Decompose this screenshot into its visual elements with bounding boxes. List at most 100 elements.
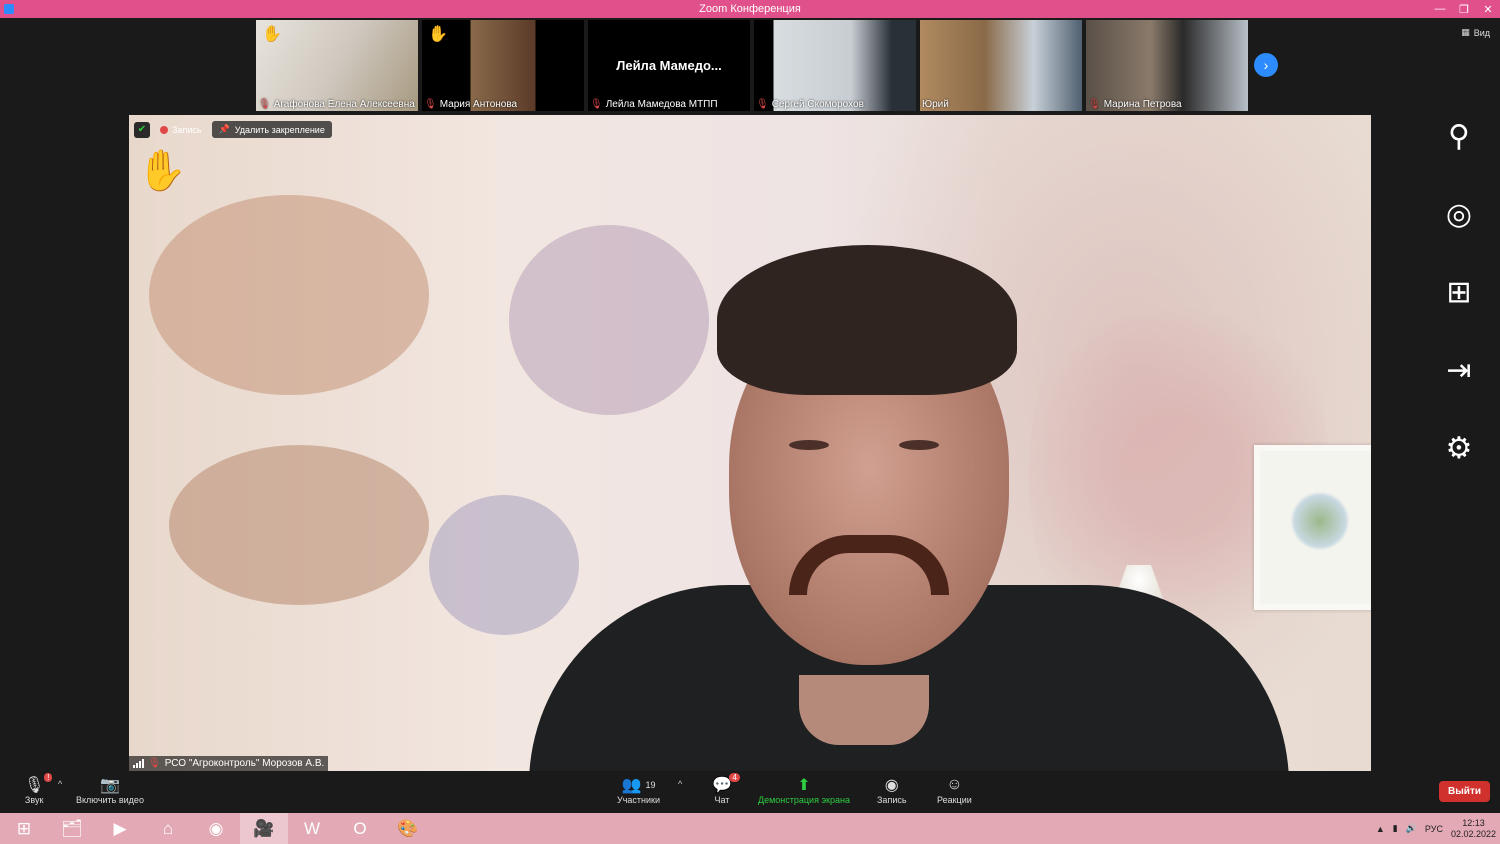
participant-name: Мария Антонова [439, 99, 518, 110]
participant-tile[interactable]: Юрий [920, 20, 1082, 111]
mic-muted-icon: 🎙 [258, 99, 271, 110]
language-indicator[interactable]: РУС [1425, 824, 1443, 834]
participant-tile[interactable]: 🎙 Марина Петрова [1086, 20, 1248, 111]
volume-icon[interactable]: 🔊 [1406, 823, 1417, 834]
tray-expand-icon[interactable]: ▲ [1376, 824, 1385, 834]
side-toolbar: ⚲ ◎ ⊞ ⇥ ⚙ [1437, 115, 1481, 469]
system-tray: ▲ ▮ 🔊 РУС 12:13 02.02.2022 [1376, 813, 1496, 844]
mic-muted-icon: 🎙 [590, 99, 603, 110]
wallpaper-flower [169, 445, 429, 605]
participant-display-name: Лейла Мамедо... [616, 58, 722, 73]
clock[interactable]: 12:13 02.02.2022 [1451, 818, 1496, 840]
audio-options-caret[interactable]: ^ [58, 779, 62, 789]
view-button[interactable]: ▦ Вид [1461, 27, 1490, 38]
share-screen-icon: ⬆ [797, 777, 811, 794]
search-icon[interactable]: ⚲ [1438, 115, 1480, 157]
participant-name-bar: Юрий [922, 99, 949, 110]
raised-hand-icon: ✋ [262, 26, 282, 43]
participant-name: Сергей Скоморохов [771, 99, 864, 110]
chat-button[interactable]: 💬 4 Чат [712, 773, 740, 805]
participant-name-bar: 🎙 Мария Антонова [424, 99, 517, 110]
participant-name: Лейла Мамедова МТПП [605, 99, 718, 110]
wall-picture [1254, 445, 1371, 610]
chrome-icon[interactable]: ◉ [192, 813, 240, 844]
participant-video [920, 20, 1082, 111]
participants-options-caret[interactable]: ^ [678, 779, 682, 789]
participant-name-bar: 🎙 Агафонова Елена Алексеевна [258, 99, 415, 110]
speaker-hair [717, 245, 1017, 395]
video-label: Включить видео [76, 795, 144, 805]
unpin-button[interactable]: 📌 Удалить закрепление [211, 121, 332, 138]
participants-button[interactable]: 👥 19 Участники [617, 775, 660, 805]
unpin-label: Удалить закрепление [234, 124, 325, 135]
grid-view-icon: ▦ [1461, 27, 1470, 37]
participant-strip: ✋ 🎙 Агафонова Елена Алексеевна ✋ 🎙 Мария А… [256, 20, 1248, 111]
mic-muted-icon: 🎙 [148, 758, 161, 769]
close-button[interactable]: ✕ [1476, 0, 1500, 18]
active-speaker-video[interactable]: ✔ Запись 📌 Удалить закрепление ✋ 🎙 РСО "А… [129, 115, 1371, 771]
meeting-status-bar: ✔ Запись 📌 Удалить закрепление [134, 121, 332, 138]
speaker-name: РСО "Агроконтроль" Морозов А.В. [164, 758, 325, 769]
participant-name-bar: 🎙 Сергей Скоморохов [756, 99, 864, 110]
wallpaper-flower [509, 225, 709, 415]
mic-muted-icon: 🎙 [424, 99, 437, 110]
paint-icon[interactable]: 🎨 [384, 813, 432, 844]
record-label: Запись [877, 795, 907, 805]
zoom-app-icon [4, 4, 14, 14]
reactions-button[interactable]: ☺ Реакции [937, 775, 972, 805]
windows-icon[interactable]: ⊞ [1438, 271, 1480, 313]
view-label: Вид [1473, 27, 1490, 38]
participant-name: Юрий [922, 99, 949, 110]
title-bar: Zoom Конференция — ❐ ✕ [0, 0, 1500, 18]
record-icon: ◉ [884, 777, 899, 794]
audio-label: Звук [24, 795, 44, 805]
participant-name-bar: 🎙 Лейла Мамедова МТПП [590, 99, 718, 110]
chat-label: Чат [714, 795, 730, 805]
outlook-icon[interactable]: O [336, 813, 384, 844]
file-explorer-icon[interactable]: 🗂 [48, 813, 96, 844]
speaker-neck [799, 675, 929, 745]
participant-name: Агафонова Елена Алексеевна [273, 99, 415, 110]
share-screen-label: Демонстрация экрана [758, 795, 850, 805]
speaker-name-bar: 🎙 РСО "Агроконтроль" Морозов А.В. [129, 756, 329, 771]
record-dot-icon [160, 125, 168, 134]
ubuntu-icon[interactable]: ◎ [1438, 193, 1480, 235]
minimize-button[interactable]: — [1428, 0, 1452, 18]
switch-window-icon[interactable]: ⇥ [1438, 349, 1480, 391]
security-shield-icon[interactable]: ✔ [134, 121, 150, 138]
start-video-button[interactable]: 📷 Включить видео [76, 775, 144, 805]
video-off-icon: 📷 [100, 777, 120, 794]
audio-warning-badge: ! [44, 773, 53, 782]
share-screen-button[interactable]: ⬆ Демонстрация экрана [758, 775, 850, 805]
gear-icon[interactable]: ⚙ [1438, 427, 1480, 469]
participant-tile[interactable]: ✋ 🎙 Мария Антонова [422, 20, 584, 111]
mic-muted-icon: 🎙 [756, 99, 769, 110]
leave-meeting-button[interactable]: Выйти [1439, 781, 1490, 802]
signal-strength-icon [133, 759, 144, 768]
next-page-button[interactable]: › [1254, 53, 1278, 77]
word-icon[interactable]: W [288, 813, 336, 844]
recording-indicator[interactable]: Запись [154, 123, 208, 137]
start-menu-icon[interactable]: ⊞ [0, 813, 48, 844]
window-controls: — ❐ ✕ [1428, 0, 1500, 18]
chat-badge: 4 [729, 773, 740, 782]
meeting-toolbar: 🎙! Звук ^ 📷 Включить видео 👥 19 Участники… [0, 771, 1500, 813]
participant-tile[interactable]: Лейла Мамедо... 🎙 Лейла Мамедова МТПП [588, 20, 750, 111]
media-player-icon[interactable]: ▶ [96, 813, 144, 844]
wallpaper-flower [149, 195, 429, 395]
maximize-button[interactable]: ❐ [1452, 0, 1476, 18]
participant-name: Марина Петрова [1103, 99, 1182, 110]
record-button[interactable]: ◉ Запись [877, 775, 907, 805]
participant-tile[interactable]: 🎙 Сергей Скоморохов [754, 20, 916, 111]
participant-video [1086, 20, 1248, 111]
clock-date: 02.02.2022 [1450, 828, 1496, 839]
home-icon[interactable]: ⌂ [144, 813, 192, 844]
speaker-eye-right [899, 440, 939, 450]
participant-tile[interactable]: ✋ 🎙 Агафонова Елена Алексеевна [256, 20, 418, 111]
audio-button[interactable]: 🎙! Звук [24, 773, 53, 805]
zoom-taskbar-icon[interactable]: 🎥 [240, 813, 288, 844]
window-title: Zoom Конференция [699, 3, 801, 15]
network-icon[interactable]: ▮ [1393, 823, 1398, 834]
pin-icon: 📌 [218, 124, 230, 134]
raised-hand-icon: ✋ [137, 149, 187, 193]
